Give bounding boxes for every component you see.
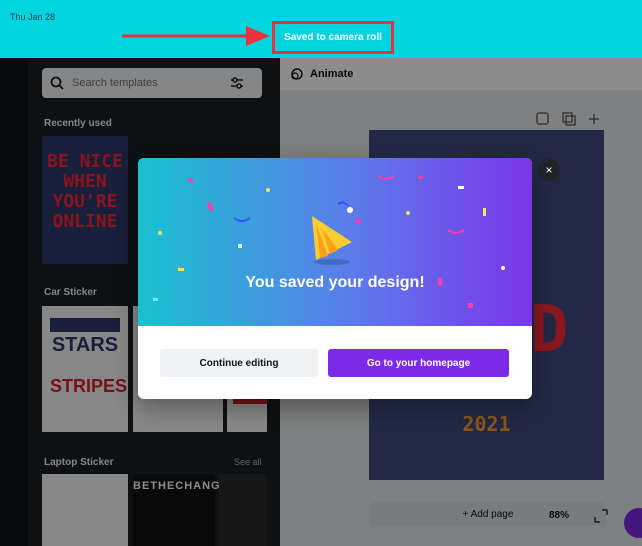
modal-hero: You saved your design! bbox=[138, 158, 532, 326]
close-icon: × bbox=[545, 163, 553, 177]
saved-to-camera-roll-message: Saved to camera roll bbox=[272, 21, 394, 54]
party-popper-icon bbox=[312, 201, 361, 265]
go-to-homepage-button[interactable]: Go to your homepage bbox=[328, 349, 509, 377]
close-modal-button[interactable]: × bbox=[538, 159, 560, 181]
saved-design-modal: You saved your design! Continue editing … bbox=[138, 158, 532, 399]
continue-editing-button[interactable]: Continue editing bbox=[160, 349, 318, 377]
status-time: Thu Jan 28 bbox=[10, 12, 56, 22]
arrow-annotation bbox=[122, 26, 270, 46]
modal-title: You saved your design! bbox=[245, 274, 425, 291]
